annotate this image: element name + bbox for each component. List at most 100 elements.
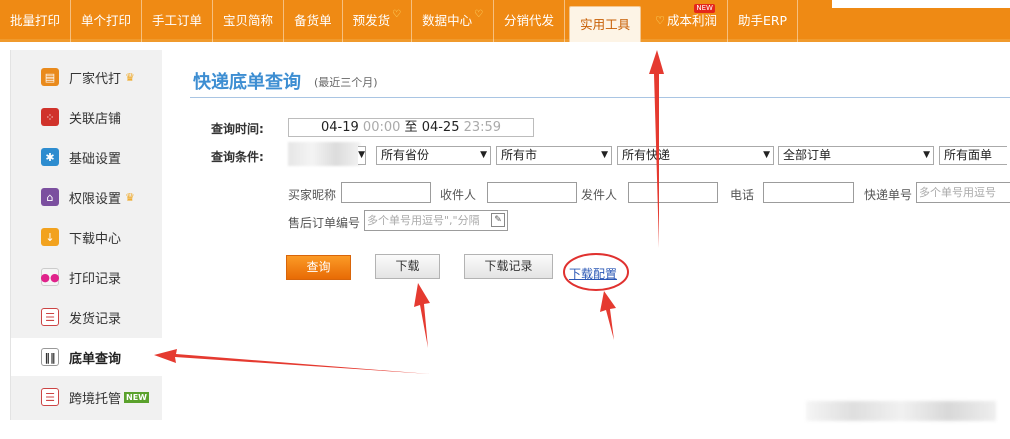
sender-input[interactable] (628, 182, 718, 203)
time-separator: 至 (404, 120, 418, 135)
tab-cost-profit[interactable]: ♡ 成本利润 NEW (645, 0, 728, 42)
tab-label: 批量打印 (10, 13, 61, 28)
dots-icon: ●● (40, 268, 60, 286)
download-button[interactable]: 下载 (375, 254, 440, 279)
download-config-link[interactable]: 下载配置 (569, 265, 617, 282)
tab-pre-ship[interactable]: 预发货 ♡ (343, 0, 413, 42)
tracking-label: 快递单号 (864, 188, 913, 202)
chevron-down-icon: ▼ (480, 150, 487, 160)
end-time: 23:59 (463, 120, 502, 135)
sidebar-item-print-log[interactable]: ●● 打印记录 (11, 258, 163, 296)
phone-input[interactable] (763, 182, 854, 203)
top-nav: 批量打印 单个打印 手工订单 宝贝简称 备货单 预发货 ♡ 数据中心 ♡ 分销代发 … (0, 0, 1010, 42)
receiver-input[interactable] (487, 182, 577, 203)
tab-distribution[interactable]: 分销代发 (494, 0, 566, 42)
province-select[interactable]: 所有省份 ▼ (376, 146, 491, 165)
tracking-input[interactable]: 多个单号用逗号 (916, 182, 1010, 203)
select-value: 全部订单 (783, 148, 832, 162)
list-icon: ☰ (41, 308, 59, 326)
tab-batch-print[interactable]: 批量打印 (0, 0, 72, 42)
blurred-shop-select[interactable] (288, 142, 360, 166)
sidebar-item-label: 厂家代打 (69, 71, 122, 87)
sidebar-item-ship-log[interactable]: ☰ 发货记录 (11, 298, 163, 336)
sidebar-item-label: 跨境托管 (69, 391, 122, 407)
tab-data-center[interactable]: 数据中心 ♡ (412, 0, 495, 42)
tab-tools[interactable]: 实用工具 (569, 6, 642, 42)
tab-label: 实用工具 (580, 16, 631, 32)
sidebar-item-label: 权限设置 (69, 191, 122, 207)
receiver-label: 收件人 (440, 188, 477, 202)
tab-erp[interactable]: 助手ERP (728, 0, 799, 42)
chevron-down-icon: ▼ (358, 150, 365, 160)
courier-select[interactable]: 所有快递 ▼ (617, 146, 774, 165)
start-time: 00:00 (362, 120, 401, 135)
sidebar-item-linked-shops[interactable]: ⁘ 关联店铺 (11, 98, 163, 136)
heart-icon: ♡ (655, 14, 665, 27)
chevron-down-icon: ▼ (923, 150, 930, 160)
query-button[interactable]: 查询 (286, 255, 351, 280)
tab-stock-list[interactable]: 备货单 (284, 0, 343, 42)
new-badge: NEW (124, 391, 149, 403)
sidebar: ▤ 厂家代打 ♛ ⁘ 关联店铺 ✱ 基础设置 ⌂ 权限设置 ♛ ↓ 下载中心 ●… (10, 50, 163, 420)
download-log-button[interactable]: 下载记录 (464, 254, 553, 279)
title-divider (190, 97, 1010, 98)
sidebar-item-waybill-query[interactable]: ‖‖ 底单查询 (11, 338, 163, 376)
sidebar-item-label: 打印记录 (69, 271, 122, 287)
watermark (806, 401, 996, 421)
tab-label: 分销代发 (504, 13, 555, 28)
buyer-nick-input[interactable] (341, 182, 431, 203)
sidebar-item-label: 下载中心 (69, 231, 122, 247)
page-subtitle: (最近三个月) (314, 76, 378, 89)
heart-icon: ♡ (392, 9, 402, 20)
barcode-icon: ‖‖ (41, 348, 59, 366)
new-badge: NEW (694, 4, 715, 13)
sidebar-item-factory-print[interactable]: ▤ 厂家代打 ♛ (11, 58, 163, 96)
time-label: 查询时间: (211, 122, 264, 136)
waybill-type-select[interactable]: 所有面单 (939, 146, 1007, 165)
heart-icon: ♡ (474, 9, 484, 20)
shop-select-arrow[interactable]: ▼ (358, 146, 366, 165)
select-value: 所有面单 (944, 148, 993, 162)
sidebar-item-label: 关联店铺 (69, 111, 122, 127)
time-range-input[interactable]: 04-19 00:00 至 04-25 23:59 (288, 118, 534, 137)
sidebar-item-label: 基础设置 (69, 151, 122, 167)
tab-label: 助手ERP (737, 13, 788, 28)
lock-icon: ⌂ (41, 188, 59, 206)
phone-label: 电话 (730, 188, 755, 202)
tab-label: 备货单 (294, 13, 332, 28)
chevron-down-icon: ▼ (601, 150, 608, 160)
tab-label: 手工订单 (152, 13, 203, 28)
sidebar-item-download-center[interactable]: ↓ 下载中心 (11, 218, 163, 256)
download-icon: ↓ (41, 228, 59, 246)
select-value: 所有省份 (381, 148, 430, 162)
tab-item-short-name[interactable]: 宝贝简称 (213, 0, 285, 42)
sidebar-item-permissions[interactable]: ⌂ 权限设置 ♛ (11, 178, 163, 216)
tab-label: 数据中心 (422, 13, 473, 28)
city-select[interactable]: 所有市 ▼ (496, 146, 612, 165)
aftersale-placeholder: 多个单号用逗号","分隔 (367, 214, 480, 227)
arrow-to-download-config (600, 291, 616, 340)
tab-label: 预发货 (352, 13, 391, 28)
sidebar-item-label: 底单查询 (69, 351, 122, 367)
buyer-nick-label: 买家昵称 (288, 188, 337, 202)
arrow-to-download-button (414, 283, 430, 348)
select-value: 所有快递 (622, 148, 671, 162)
order-type-select[interactable]: 全部订单 ▼ (778, 146, 934, 165)
tab-single-print[interactable]: 单个打印 (71, 0, 143, 42)
edit-icon[interactable]: ✎ (491, 213, 505, 227)
condition-label: 查询条件: (211, 150, 264, 164)
aftersale-input[interactable]: 多个单号用逗号","分隔 ✎ (364, 210, 508, 231)
chevron-down-icon: ▼ (763, 150, 770, 160)
sidebar-item-crossborder[interactable]: ☰ 跨境托管 NEW (11, 378, 163, 416)
printer-icon: ▤ (41, 68, 59, 86)
tab-label: 单个打印 (81, 13, 132, 28)
select-value: 所有市 (501, 148, 538, 162)
dice-icon: ⁘ (41, 108, 59, 126)
nav-corner (832, 0, 1010, 8)
tab-label: 宝贝简称 (223, 13, 274, 28)
sidebar-item-basic-settings[interactable]: ✱ 基础设置 (11, 138, 163, 176)
end-date: 04-25 (421, 120, 460, 135)
aftersale-label: 售后订单编号 (288, 216, 361, 230)
tab-manual-order[interactable]: 手工订单 (142, 0, 214, 42)
arrow-to-sidebar-item (154, 349, 430, 374)
